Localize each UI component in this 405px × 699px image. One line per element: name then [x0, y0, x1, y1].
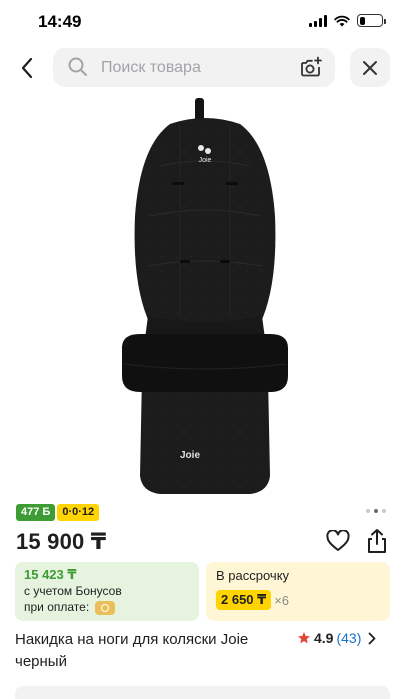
camera-plus-icon[interactable]: [299, 55, 323, 79]
product-title: Накидка на ноги для коляски Joie черный: [15, 631, 249, 670]
chevron-right-icon: [368, 632, 376, 644]
search-box[interactable]: [53, 48, 335, 87]
close-button[interactable]: [350, 48, 390, 87]
bonus-text-line2-row: при оплате:: [24, 599, 190, 615]
bonus-card[interactable]: 15 423 ₸ с учетом Бонусов при оплате:: [15, 562, 199, 621]
gallery-dot[interactable]: [382, 509, 386, 513]
wifi-icon: [334, 15, 350, 26]
status-icons: [309, 14, 386, 27]
product-badges: 477 Б 0·0·12: [16, 504, 100, 521]
bonus-badge: 477 Б: [16, 504, 56, 521]
installment-amount: 2 650 ₸: [216, 590, 272, 610]
rating-count: (43): [336, 630, 362, 646]
gallery-dot[interactable]: [366, 509, 370, 513]
status-time: 14:49: [38, 12, 82, 31]
heart-icon[interactable]: [326, 530, 350, 552]
star-icon: [298, 632, 310, 644]
installment-multiplier: ×6: [274, 592, 290, 608]
search-icon: [68, 57, 87, 76]
search-header: [0, 46, 405, 90]
installment-card[interactable]: В рассрочку 2 650 ₸ ×6: [206, 562, 390, 621]
installment-title: В рассрочку: [216, 568, 290, 583]
product-image[interactable]: Joie Joie: [100, 96, 310, 496]
cellular-signal-icon: [309, 14, 327, 27]
gallery-dot[interactable]: [374, 509, 378, 513]
installment-badge: 0·0·12: [57, 504, 100, 521]
installment-row: 2 650 ₸ ×6: [216, 590, 380, 610]
close-icon: [363, 60, 377, 75]
bonus-text-line1: с учетом Бонусов: [24, 584, 122, 598]
gallery-pagination: [366, 509, 386, 513]
rating-value: 4.9: [314, 630, 334, 646]
svg-text:Joie: Joie: [180, 450, 200, 461]
svg-text:Joie: Joie: [199, 157, 212, 164]
chevron-left-icon: [21, 57, 33, 79]
bonus-price: 15 423 ₸: [24, 567, 77, 582]
share-icon[interactable]: [365, 528, 389, 554]
battery-icon: [357, 14, 386, 27]
back-button[interactable]: [10, 50, 44, 86]
product-price: 15 900 ₸: [16, 529, 107, 554]
status-bar: 14:49: [0, 0, 405, 44]
battery-level: [359, 16, 366, 25]
next-section-edge: [15, 686, 390, 699]
rating-link[interactable]: 4.9 (43): [297, 630, 376, 646]
bonus-text-line2: при оплате:: [24, 600, 90, 614]
search-input[interactable]: [101, 48, 291, 87]
payment-coin-icon: [94, 600, 115, 615]
